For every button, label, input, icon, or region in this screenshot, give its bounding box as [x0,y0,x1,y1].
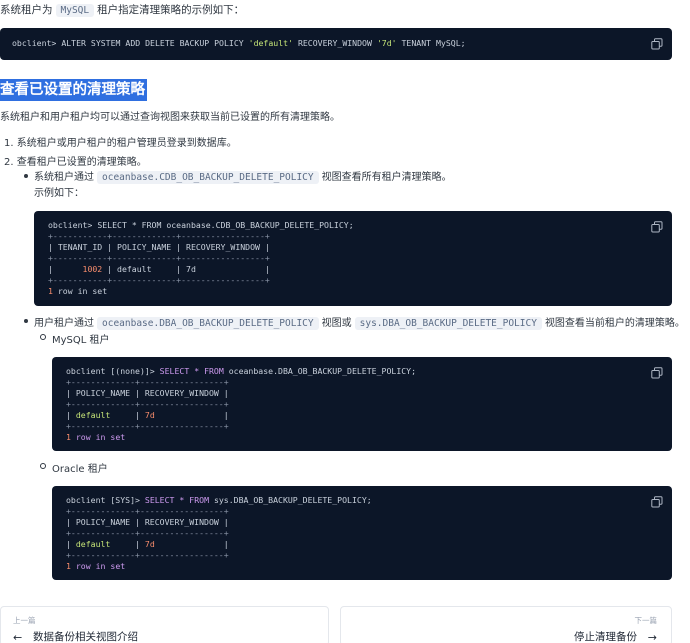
section-heading: 查看已设置的清理策略 [0,79,147,101]
code-text: obclient [SYS]> SELECT * FROM sys.DBA_OB… [66,495,372,571]
inline-code-sys-view: sys.DBA_OB_BACKUP_DELETE_POLICY [354,317,542,330]
code-block-oracle-policy: obclient [SYS]> SELECT * FROM sys.DBA_OB… [52,486,672,580]
next-page-link[interactable]: 下一篇 停止清理备份 → [340,606,672,643]
bullet [40,463,46,469]
example-label: 示例如下： [34,188,84,199]
copy-icon[interactable] [651,367,663,379]
copy-icon[interactable] [651,496,663,508]
prev-label: 上一篇 [13,616,36,625]
prev-page-link[interactable]: 上一篇 ← 数据备份相关视图介绍 [0,606,329,643]
step-2: 2. 查看租户已设置的清理策略。 [4,157,147,168]
code-block-cdb-policy: obclient> SELECT * FROM oceanbase.CDB_OB… [34,211,672,306]
arrow-left-icon: ← [13,631,23,643]
section-description: 系统租户和用户租户均可以通过查询视图来获取当前已设置的所有清理策略。 [0,112,340,123]
arrow-right-icon: → [647,631,657,643]
code-text: obclient> SELECT * FROM oceanbase.CDB_OB… [48,220,354,296]
user-tenant-text: 用户租户通过 oceanbase.DBA_OB_BACKUP_DELETE_POL… [34,317,685,330]
oracle-tenant-label: Oracle 租户 [52,464,108,475]
code-block-mysql-policy: obclient [(none)]> SELECT * FROM oceanba… [52,357,672,451]
bullet [24,319,28,323]
intro-suffix: 租户指定清理策略的示例如下： [97,4,245,16]
bullet [24,174,28,178]
copy-icon[interactable] [651,38,663,50]
intro-text: 系统租户为 MySQL 租户指定清理策略的示例如下： [0,2,244,17]
code-text: obclient [(none)]> SELECT * FROM oceanba… [66,366,417,442]
intro-prefix: 系统租户为 [0,4,53,16]
mysql-tenant-label: MySQL 租户 [52,335,110,346]
code-block-add-policy: obclient> ALTER SYSTEM ADD DELETE BACKUP… [0,28,672,60]
code-text: obclient> ALTER SYSTEM ADD DELETE BACKUP… [12,38,466,48]
sys-tenant-text: 系统租户通过 oceanbase.CDB_OB_BACKUP_DELETE_POL… [34,171,452,184]
inline-code-mysql: MySQL [55,4,95,17]
inline-code-cdb-view: oceanbase.CDB_OB_BACKUP_DELETE_POLICY [97,171,319,184]
next-title: 停止清理备份 [574,631,637,643]
prev-title: 数据备份相关视图介绍 [33,631,138,643]
next-label: 下一篇 [634,616,658,625]
bullet [40,334,46,340]
step-1: 1. 系统租户或用户租户的租户管理员登录到数据库。 [4,138,237,149]
inline-code-dba-view: oceanbase.DBA_OB_BACKUP_DELETE_POLICY [97,317,319,330]
copy-icon[interactable] [651,221,663,233]
